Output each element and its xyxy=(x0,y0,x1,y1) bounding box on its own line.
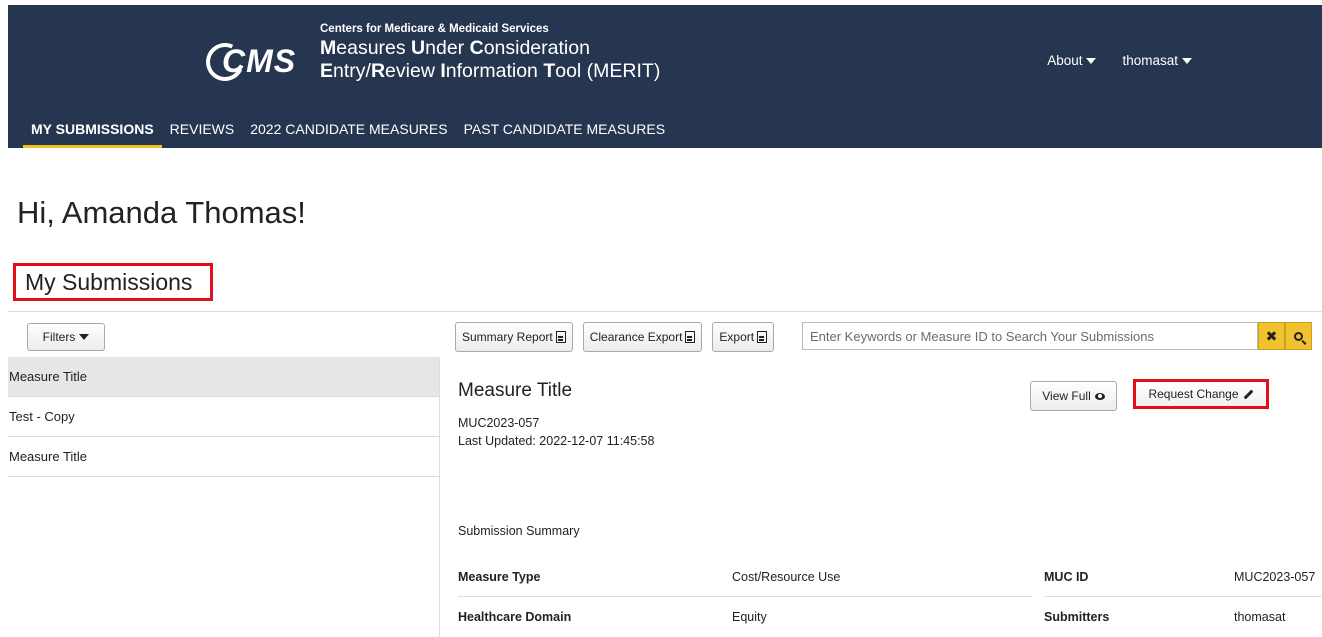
app-header: CMS Centers for Medicare & Medicaid Serv… xyxy=(8,5,1322,148)
close-icon: ✖ xyxy=(1265,327,1278,344)
search-field[interactable] xyxy=(802,322,1258,350)
detail-last-updated: Last Updated: 2022-12-07 11:45:58 xyxy=(458,434,655,448)
detail-title: Measure Title xyxy=(458,380,573,401)
app-title-line1: Measures Under Consideration xyxy=(320,37,590,59)
pencil-icon xyxy=(1243,389,1253,399)
nav-reviews[interactable]: REVIEWS xyxy=(162,121,243,148)
list-item[interactable]: Measure Title xyxy=(8,437,439,477)
detail-muc-id: MUC2023-057 xyxy=(458,416,540,430)
summary-label: MUC ID xyxy=(1044,570,1089,584)
user-label: thomasat xyxy=(1122,53,1178,68)
filters-button[interactable]: Filters xyxy=(27,323,105,351)
list-item[interactable]: Test - Copy xyxy=(8,397,439,437)
summary-value: Equity xyxy=(732,610,767,624)
clear-search-button[interactable]: ✖ xyxy=(1258,322,1285,350)
row-divider xyxy=(458,596,1032,597)
document-icon xyxy=(555,331,566,343)
greeting: Hi, Amanda Thomas! xyxy=(17,195,306,230)
filters-label: Filters xyxy=(42,330,76,344)
divider xyxy=(8,311,1322,312)
request-change-button[interactable]: Request Change xyxy=(1133,379,1269,409)
submission-summary-heading: Submission Summary xyxy=(458,524,580,538)
submission-list: Measure Title Test - Copy Measure Title xyxy=(8,357,440,637)
filter-icon xyxy=(79,334,90,340)
logo-letters: CMS xyxy=(222,43,297,79)
caret-down-icon xyxy=(1086,57,1097,64)
summary-value: thomasat xyxy=(1234,610,1286,624)
app-title-line2: Entry/Review Information Tool (MERIT) xyxy=(320,60,661,82)
nav-my-submissions[interactable]: MY SUBMISSIONS xyxy=(23,121,162,148)
search-input[interactable] xyxy=(810,328,1250,344)
eye-icon xyxy=(1094,392,1105,400)
summary-value: MUC2023-057 xyxy=(1234,570,1316,584)
top-nav: About thomasat xyxy=(1047,53,1192,68)
brand[interactable]: CMS Centers for Medicare & Medicaid Serv… xyxy=(200,23,660,91)
view-full-button[interactable]: View Full xyxy=(1030,381,1117,411)
nav-past-candidate-measures[interactable]: PAST CANDIDATE MEASURES xyxy=(456,121,673,148)
nav-2022-candidate-measures[interactable]: 2022 CANDIDATE MEASURES xyxy=(242,121,455,148)
document-icon xyxy=(757,331,768,343)
main-nav: MY SUBMISSIONS REVIEWS 2022 CANDIDATE ME… xyxy=(23,121,673,148)
export-button[interactable]: Export xyxy=(712,322,775,352)
brand-text: Centers for Medicare & Medicaid Services… xyxy=(320,23,660,83)
clearance-export-button[interactable]: Clearance Export xyxy=(582,322,703,352)
list-item[interactable]: Measure Title xyxy=(8,357,439,397)
document-icon xyxy=(685,331,696,343)
cms-logo: CMS xyxy=(200,37,318,91)
org-name: Centers for Medicare & Medicaid Services xyxy=(320,23,549,35)
row-divider xyxy=(1044,596,1322,597)
summary-value: Cost/Resource Use xyxy=(732,570,841,584)
toolbar: Summary Report Clearance Export Export xyxy=(455,322,775,352)
search-button[interactable] xyxy=(1285,322,1312,350)
search-icon xyxy=(1294,331,1303,341)
about-label: About xyxy=(1047,53,1083,68)
summary-report-button[interactable]: Summary Report xyxy=(455,322,573,352)
about-menu[interactable]: About xyxy=(1047,53,1097,68)
user-menu[interactable]: thomasat xyxy=(1122,53,1192,68)
caret-down-icon xyxy=(1182,57,1192,64)
summary-label: Measure Type xyxy=(458,570,541,584)
section-title: My Submissions xyxy=(13,263,213,301)
summary-label: Healthcare Domain xyxy=(458,610,572,624)
summary-label: Submitters xyxy=(1044,610,1110,624)
